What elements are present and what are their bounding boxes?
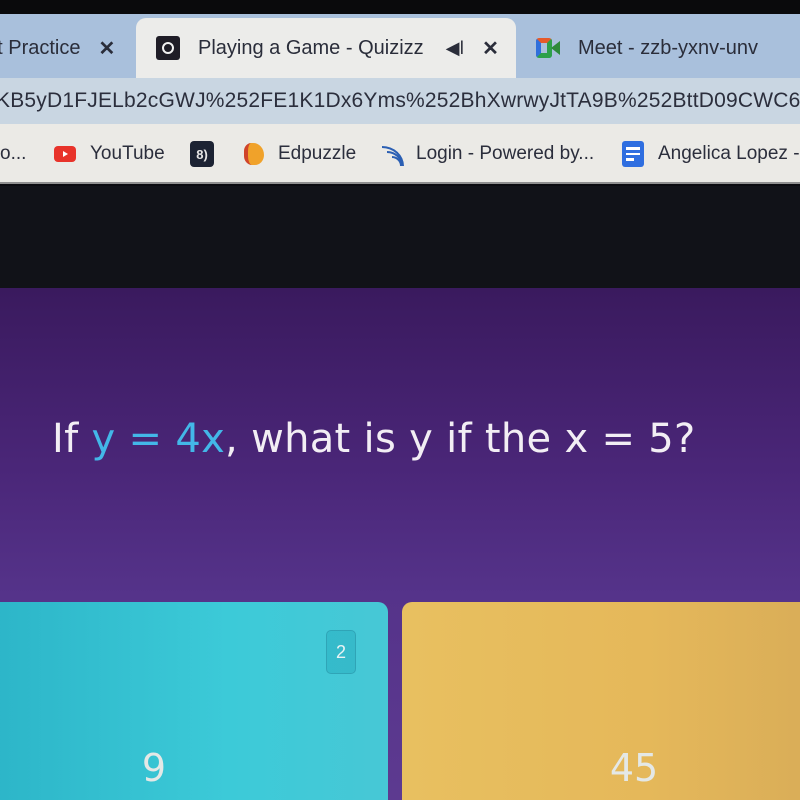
google-meet-icon	[536, 38, 560, 58]
answer-option-2[interactable]: 45	[402, 602, 800, 800]
option-number-badge: 2	[326, 630, 356, 674]
answer-option-1[interactable]: 2 9	[0, 602, 388, 800]
bookmark-edpuzzle[interactable]: Edpuzzle	[244, 124, 356, 184]
speaker-icon[interactable]: ◀︎ǀ	[446, 38, 465, 59]
bookmark-face-app[interactable]: 8)	[190, 124, 214, 184]
sky-login-icon	[380, 142, 406, 166]
bookmarks-bar: o... YouTube 8) Edpuzzle Login - Powered…	[0, 124, 800, 184]
bookmark-angelica-doc[interactable]: Angelica Lopez -	[622, 124, 800, 184]
tab-strip: nt Practice ✕ Playing a Game - Quizizz ◀…	[0, 14, 800, 78]
tab-meet[interactable]: Meet - zzb-yxnv-unv	[518, 18, 800, 78]
bookmark-truncated[interactable]: o...	[0, 124, 26, 184]
bookmark-youtube[interactable]: YouTube	[54, 124, 165, 184]
bookmark-label: Edpuzzle	[278, 143, 357, 164]
edpuzzle-icon	[244, 143, 264, 165]
bookmark-label: Login - Powered by...	[416, 143, 595, 164]
face-app-icon: 8)	[190, 141, 214, 167]
bookmark-label: o...	[0, 143, 27, 164]
tab-title: Meet - zzb-yxnv-unv	[578, 36, 759, 59]
tab-quizizz[interactable]: Playing a Game - Quizizz ◀︎ǀ ✕	[136, 18, 516, 78]
tab-title: nt Practice	[0, 36, 81, 59]
address-bar[interactable]: KB5yD1FJELb2cGWJ%252FE1K1Dx6Yms%252BhXwr…	[0, 78, 800, 124]
quizizz-icon	[156, 36, 180, 60]
bookmark-label: YouTube	[90, 143, 165, 164]
answer-text: 9	[141, 746, 167, 790]
google-docs-icon	[622, 141, 644, 167]
question-equation: y = 4x	[91, 416, 226, 462]
quiz-header-bar	[0, 186, 800, 288]
tab-title: Playing a Game - Quizizz	[198, 36, 424, 59]
bookmark-login[interactable]: Login - Powered by...	[380, 124, 594, 184]
quiz-area: If y = 4x, what is y if the x = 5? 2 9 4…	[0, 288, 800, 800]
answer-text: 45	[609, 746, 659, 790]
youtube-icon	[54, 146, 76, 162]
bookmark-label: Angelica Lopez -	[658, 143, 800, 164]
question-prefix: If	[52, 416, 92, 462]
close-icon[interactable]: ✕	[482, 36, 499, 61]
question-suffix: , what is y if the x = 5?	[225, 416, 696, 462]
tab-practice[interactable]: nt Practice ✕	[0, 18, 136, 78]
close-icon[interactable]: ✕	[98, 36, 115, 61]
url-text[interactable]: KB5yD1FJELb2cGWJ%252FE1K1Dx6Yms%252BhXwr…	[0, 89, 800, 113]
question-text: If y = 4x, what is y if the x = 5?	[52, 416, 696, 462]
